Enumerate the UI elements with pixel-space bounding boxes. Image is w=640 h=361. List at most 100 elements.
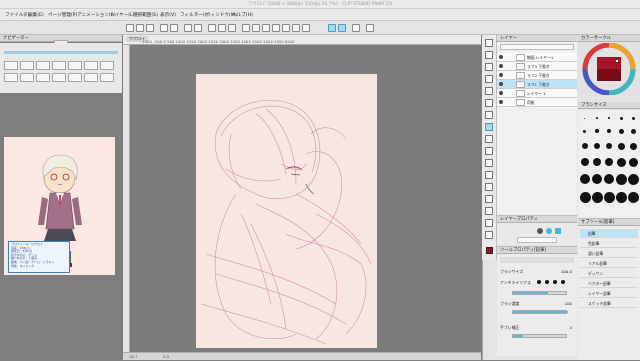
menu-filter[interactable]: フィルター(I) — [180, 12, 208, 18]
move-tool-icon[interactable] — [485, 51, 493, 59]
brush-size-preset[interactable] — [594, 143, 600, 149]
blend-mode-select[interactable] — [500, 44, 574, 50]
menu-page[interactable]: ページ管理(P) — [48, 12, 77, 18]
pen-tool-icon[interactable] — [485, 111, 493, 119]
layer-row[interactable]: レイヤー 1 — [497, 89, 577, 98]
tool-button[interactable] — [52, 61, 66, 70]
decoration-tool-icon[interactable] — [485, 159, 493, 167]
sub-tool-item[interactable]: デッサン — [580, 269, 638, 278]
brush-size-preset[interactable] — [631, 129, 636, 134]
tool-button[interactable] — [68, 73, 82, 82]
tool-button[interactable] — [4, 73, 18, 82]
invert-selection-icon[interactable] — [218, 24, 226, 32]
pencil-tool-icon[interactable] — [485, 123, 493, 131]
brush-size-preset[interactable] — [616, 174, 627, 185]
tool-button[interactable] — [4, 61, 18, 70]
operation-tool-icon[interactable] — [485, 63, 493, 71]
layer-color-icon[interactable] — [546, 228, 552, 234]
snap-special-icon[interactable] — [292, 24, 300, 32]
menu-edit[interactable]: 編集(E) — [28, 12, 44, 18]
tool-button[interactable] — [36, 61, 50, 70]
menu-help[interactable]: ヘルプ(H) — [232, 12, 253, 18]
layer-row[interactable]: ラフ3 下書き — [497, 62, 577, 71]
brush-size-preset[interactable] — [628, 174, 639, 185]
brush-size-preset[interactable] — [632, 117, 635, 120]
brush-size-preset[interactable] — [608, 117, 610, 119]
document-canvas[interactable] — [196, 74, 377, 348]
eye-icon[interactable] — [499, 55, 503, 59]
save-icon[interactable] — [146, 24, 154, 32]
layer-row[interactable]: 線画 レイヤー1 — [497, 53, 577, 62]
layer-row[interactable]: ラフ2 下書き — [497, 71, 577, 80]
brush-size-preset[interactable] — [604, 192, 615, 203]
expression-color-icon[interactable] — [537, 228, 543, 234]
brush-size-preset[interactable] — [595, 129, 599, 133]
tool-button[interactable] — [100, 73, 114, 82]
eye-icon[interactable] — [499, 64, 503, 68]
snap-ruler-icon[interactable] — [272, 24, 280, 32]
menu-select[interactable]: 選択範囲(S) — [133, 12, 158, 18]
gradient-tool-icon[interactable] — [485, 207, 493, 215]
brush-size-preset[interactable] — [584, 118, 585, 119]
brush-size-preset[interactable] — [629, 158, 638, 167]
redo-icon[interactable] — [170, 24, 178, 32]
sub-tool-item[interactable]: レイヤー鉛筆 — [580, 289, 638, 298]
brush-size-preset[interactable] — [606, 143, 612, 149]
expression-color-select[interactable] — [517, 237, 557, 243]
eye-icon[interactable] — [499, 82, 503, 86]
blend-tool-icon[interactable] — [485, 183, 493, 191]
menu-layer[interactable]: レイヤー(L) — [110, 12, 134, 18]
rotate-left-icon[interactable] — [242, 24, 250, 32]
stabilization-value[interactable]: 4 — [570, 325, 572, 330]
eye-icon[interactable] — [499, 100, 503, 104]
tool-button[interactable] — [52, 73, 66, 82]
brush-size-preset[interactable] — [580, 174, 590, 184]
brush-size-preset[interactable] — [604, 174, 614, 184]
brush-size-preset[interactable] — [617, 158, 626, 167]
clear-icon[interactable] — [184, 24, 192, 32]
brush-size-preset[interactable] — [630, 143, 637, 150]
zoom-tool-icon[interactable] — [485, 39, 493, 47]
brush-size-value[interactable]: 100.0 — [561, 269, 572, 274]
menu-view[interactable]: 表示(V) — [160, 12, 176, 18]
tool-button[interactable] — [20, 73, 34, 82]
brush-size-preset[interactable] — [620, 117, 623, 120]
info-icon[interactable] — [366, 24, 374, 32]
tool-button[interactable] — [84, 61, 98, 70]
deselect-icon[interactable] — [208, 24, 216, 32]
tool-button[interactable] — [36, 73, 50, 82]
brush-size-preset[interactable] — [616, 192, 627, 203]
tool-button[interactable] — [84, 73, 98, 82]
figure-tool-icon[interactable] — [485, 219, 493, 227]
transform-icon[interactable] — [194, 24, 202, 32]
menu-file[interactable]: ファイル(F) — [5, 12, 30, 18]
main-color-swatch[interactable] — [486, 247, 493, 254]
brush-size-preset[interactable] — [592, 174, 602, 184]
color-wheel[interactable] — [581, 43, 637, 95]
sub-tool-item[interactable]: 色鉛筆 — [580, 239, 638, 248]
sub-tool-item[interactable]: 鉛筆 — [580, 229, 638, 238]
brush-size-preset[interactable] — [605, 158, 613, 166]
move-icon[interactable] — [338, 24, 346, 32]
sub-tool-item[interactable]: ベクター鉛筆 — [580, 279, 638, 288]
sync-icon[interactable] — [328, 24, 336, 32]
brush-size-slider[interactable] — [512, 291, 567, 295]
auto-select-tool-icon[interactable] — [485, 87, 493, 95]
zoom-slider[interactable] — [4, 51, 118, 54]
fill-icon[interactable] — [302, 24, 310, 32]
tool-button[interactable] — [68, 61, 82, 70]
layer-color-swatch[interactable] — [555, 228, 561, 234]
brush-size-preset[interactable] — [581, 158, 589, 166]
layer-row[interactable]: ラフ1 下書き — [497, 80, 577, 89]
rotate-right-icon[interactable] — [252, 24, 260, 32]
tool-button[interactable] — [20, 61, 34, 70]
brush-size-preset[interactable] — [592, 192, 603, 203]
sub-tool-item[interactable]: スケッチ鉛筆 — [580, 299, 638, 308]
fill-tool-icon[interactable] — [485, 195, 493, 203]
open-file-icon[interactable] — [136, 24, 144, 32]
settings-icon[interactable] — [352, 24, 360, 32]
brush-density-value[interactable]: 100 — [565, 301, 572, 306]
stabilization-slider[interactable] — [512, 334, 567, 338]
brush-density-slider[interactable] — [512, 310, 568, 314]
new-file-icon[interactable] — [126, 24, 134, 32]
